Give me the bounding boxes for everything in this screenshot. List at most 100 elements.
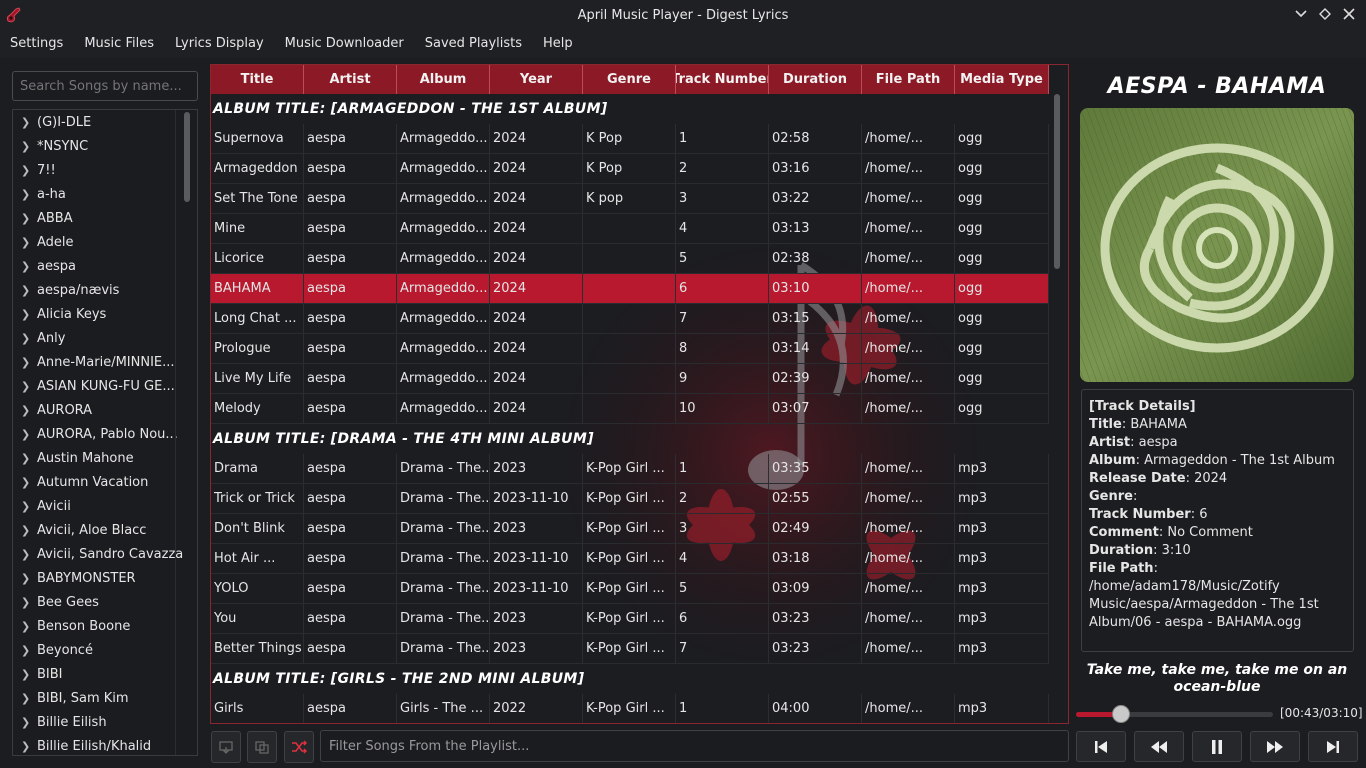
column-header[interactable]: Genre — [583, 65, 676, 94]
chevron-right-icon[interactable]: ❯ — [21, 212, 37, 225]
artist-tree-item[interactable]: ❯ AURORA, Pablo Nou... — [13, 422, 197, 446]
table-row[interactable]: Hot Air ... aespa Drama - The... 2023-11-10… — [211, 544, 1049, 574]
chevron-right-icon[interactable]: ❯ — [21, 140, 37, 153]
skip-to-start-button[interactable] — [1076, 731, 1126, 762]
chevron-right-icon[interactable]: ❯ — [21, 452, 37, 465]
artist-tree-item[interactable]: ❯ Avicii — [13, 494, 197, 518]
menu-music-files[interactable]: Music Files — [74, 30, 164, 58]
close-icon[interactable] — [1340, 4, 1358, 24]
chevron-right-icon[interactable]: ❯ — [21, 740, 37, 753]
chevron-right-icon[interactable]: ❯ — [21, 692, 37, 705]
fast-forward-button[interactable] — [1250, 731, 1300, 762]
tree-scrollbar-thumb[interactable] — [184, 112, 190, 202]
chevron-right-icon[interactable]: ❯ — [21, 644, 37, 657]
play-next-button[interactable] — [211, 731, 241, 763]
artist-tree-item[interactable]: ❯ 7!! — [13, 158, 197, 182]
column-header[interactable]: Artist — [304, 65, 397, 94]
chevron-right-icon[interactable]: ❯ — [21, 668, 37, 681]
chevron-right-icon[interactable]: ❯ — [21, 596, 37, 609]
table-row[interactable]: Prologue aespa Armageddo... 2024 8 03:14/home… — [211, 334, 1049, 364]
artist-tree-item[interactable]: ❯ aespa — [13, 254, 197, 278]
progress-slider[interactable] — [1076, 705, 1273, 723]
table-row[interactable]: Live My Life aespa Armageddo... 2024 9 02:39/… — [211, 364, 1049, 394]
chevron-right-icon[interactable]: ❯ — [21, 380, 37, 393]
pause-button[interactable] — [1192, 731, 1242, 762]
artist-tree-item[interactable]: ❯ Benson Boone — [13, 614, 197, 638]
artist-tree-item[interactable]: ❯ *NSYNC — [13, 134, 197, 158]
table-row[interactable]: Supernova aespa Armageddo... 2024 K Pop 1 02:5… — [211, 124, 1049, 154]
table-row[interactable]: Set The Tone aespa Armageddo... 2024 K pop 3 0… — [211, 184, 1049, 214]
chevron-right-icon[interactable]: ❯ — [21, 332, 37, 345]
artist-tree-item[interactable]: ❯ Billie Eilish/Khalid — [13, 734, 197, 755]
menu-help[interactable]: Help — [533, 30, 583, 58]
chevron-right-icon[interactable]: ❯ — [21, 356, 37, 369]
artist-tree-item[interactable]: ❯ Avicii, Aloe Blacc — [13, 518, 197, 542]
shuffle-button[interactable] — [284, 731, 314, 763]
table-row[interactable]: Armageddon aespa Armageddo... 2024 K Pop 2 03:… — [211, 154, 1049, 184]
table-row[interactable]: Trick or Trick aespa Drama - The... 2023-11… — [211, 484, 1049, 514]
tree-scrollbar-track[interactable] — [175, 110, 197, 755]
table-row[interactable]: Mine aespa Armageddo... 2024 4 03:13/home/...… — [211, 214, 1049, 244]
artist-tree-item[interactable]: ❯ BABYMONSTER — [13, 566, 197, 590]
chevron-right-icon[interactable]: ❯ — [21, 620, 37, 633]
column-header[interactable]: File Path — [862, 65, 955, 94]
column-header[interactable]: Duration — [769, 65, 862, 94]
artist-tree-item[interactable]: ❯ Anly — [13, 326, 197, 350]
table-row[interactable]: YOLO aespa Drama - The... 2023-11-10 K-Pop G… — [211, 574, 1049, 604]
maximize-icon[interactable] — [1316, 4, 1334, 24]
chevron-right-icon[interactable]: ❯ — [21, 188, 37, 201]
table-row[interactable]: Better Things aespa Drama - The... 2023 K-Po… — [211, 634, 1049, 664]
chevron-right-icon[interactable]: ❯ — [21, 524, 37, 537]
menu-music-downloader[interactable]: Music Downloader — [275, 30, 414, 58]
chevron-right-icon[interactable]: ❯ — [21, 260, 37, 273]
artist-tree-item[interactable]: ❯ Bee Gees — [13, 590, 197, 614]
artist-tree-item[interactable]: ❯ ABBA — [13, 206, 197, 230]
column-header[interactable]: Track Number — [676, 65, 769, 94]
chevron-right-icon[interactable]: ❯ — [21, 428, 37, 441]
table-row[interactable]: You aespa Drama - The... 2023 K-Pop Girl ...… — [211, 604, 1049, 634]
chevron-right-icon[interactable]: ❯ — [21, 236, 37, 249]
menu-lyrics-display[interactable]: Lyrics Display — [165, 30, 274, 58]
menu-saved-playlists[interactable]: Saved Playlists — [415, 30, 532, 58]
artist-tree-item[interactable]: ❯ Alicia Keys — [13, 302, 197, 326]
menu-settings[interactable]: Settings — [0, 30, 73, 58]
minimize-icon[interactable] — [1292, 4, 1310, 24]
chevron-right-icon[interactable]: ❯ — [21, 116, 37, 129]
chevron-right-icon[interactable]: ❯ — [21, 572, 37, 585]
column-header[interactable]: Title — [211, 65, 304, 94]
skip-to-end-button[interactable] — [1308, 731, 1358, 762]
chevron-right-icon[interactable]: ❯ — [21, 308, 37, 321]
repeat-button[interactable] — [247, 731, 277, 763]
artist-tree-item[interactable]: ❯ ASIAN KUNG-FU GE... — [13, 374, 197, 398]
table-scrollbar-thumb[interactable] — [1054, 94, 1060, 269]
artist-tree-item[interactable]: ❯ a-ha — [13, 182, 197, 206]
table-row[interactable]: Licorice aespa Armageddo... 2024 5 02:38/home… — [211, 244, 1049, 274]
table-row[interactable]: Melody aespa Armageddo... 2024 10 03:07/home/… — [211, 394, 1049, 424]
artist-tree-item[interactable]: ❯ BIBI, Sam Kim — [13, 686, 197, 710]
chevron-right-icon[interactable]: ❯ — [21, 548, 37, 561]
artist-tree-item[interactable]: ❯ Anne-Marie/MINNIE... — [13, 350, 197, 374]
chevron-right-icon[interactable]: ❯ — [21, 476, 37, 489]
chevron-right-icon[interactable]: ❯ — [21, 164, 37, 177]
column-header[interactable]: Album — [397, 65, 490, 94]
artist-tree-item[interactable]: ❯ Billie Eilish — [13, 710, 197, 734]
artist-tree-item[interactable]: ❯ Avicii, Sandro Cavazza — [13, 542, 197, 566]
chevron-right-icon[interactable]: ❯ — [21, 500, 37, 513]
table-row[interactable]: Long Chat ... aespa Armageddo... 2024 7 03:15… — [211, 304, 1049, 334]
artist-tree-item[interactable]: ❯ Autumn Vacation — [13, 470, 197, 494]
column-header[interactable]: Year — [490, 65, 583, 94]
table-row[interactable]: Girls aespa Girls - The ... 2022 K-Pop Girl … — [211, 694, 1049, 723]
artist-tree-item[interactable]: ❯ BIBI — [13, 662, 197, 686]
table-row[interactable]: Don't Blink aespa Drama - The... 2023 K-Pop … — [211, 514, 1049, 544]
artist-tree-item[interactable]: ❯ Adele — [13, 230, 197, 254]
table-row[interactable]: BAHAMA aespa Armageddo... 2024 6 03:10/home/.… — [211, 274, 1049, 304]
artist-tree-item[interactable]: ❯ Beyoncé — [13, 638, 197, 662]
rewind-button[interactable] — [1134, 731, 1184, 762]
artist-tree[interactable]: ❯ (G)I-DLE ❯ *NSYNC ❯ 7!! ❯ a-ha ❯ ABBA ❯ Adele ❯ aes… — [12, 109, 198, 756]
artist-tree-item[interactable]: ❯ Austin Mahone — [13, 446, 197, 470]
filter-playlist-input[interactable]: Filter Songs From the Playlist... — [320, 730, 1069, 762]
column-header[interactable]: Media Type — [955, 65, 1049, 94]
progress-handle[interactable] — [1111, 705, 1130, 723]
chevron-right-icon[interactable]: ❯ — [21, 404, 37, 417]
chevron-right-icon[interactable]: ❯ — [21, 716, 37, 729]
